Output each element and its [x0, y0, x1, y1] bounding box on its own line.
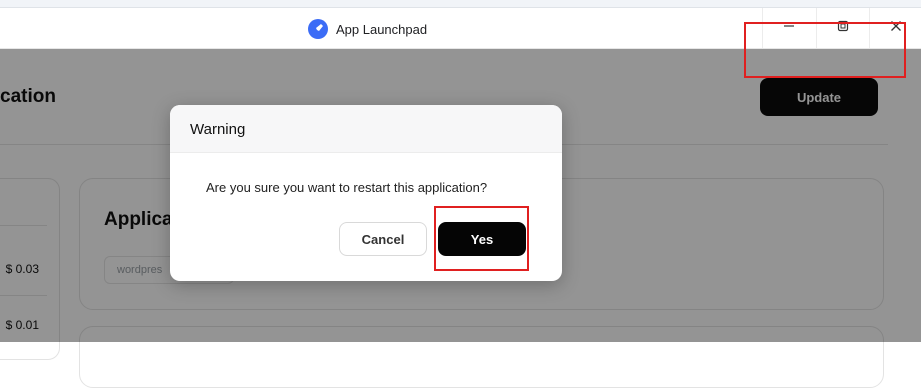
yes-highlight-box	[434, 206, 529, 271]
update-highlight-box	[744, 22, 906, 78]
rocket-icon	[308, 19, 328, 39]
dialog-title: Warning	[190, 121, 246, 138]
app-title-text: App Launchpad	[336, 21, 428, 37]
titlebar-top-strip	[0, 0, 921, 8]
cancel-button[interactable]: Cancel	[339, 222, 427, 256]
dialog-message: Are you sure you want to restart this ap…	[206, 180, 488, 195]
app-title: App Launchpad	[308, 19, 427, 39]
